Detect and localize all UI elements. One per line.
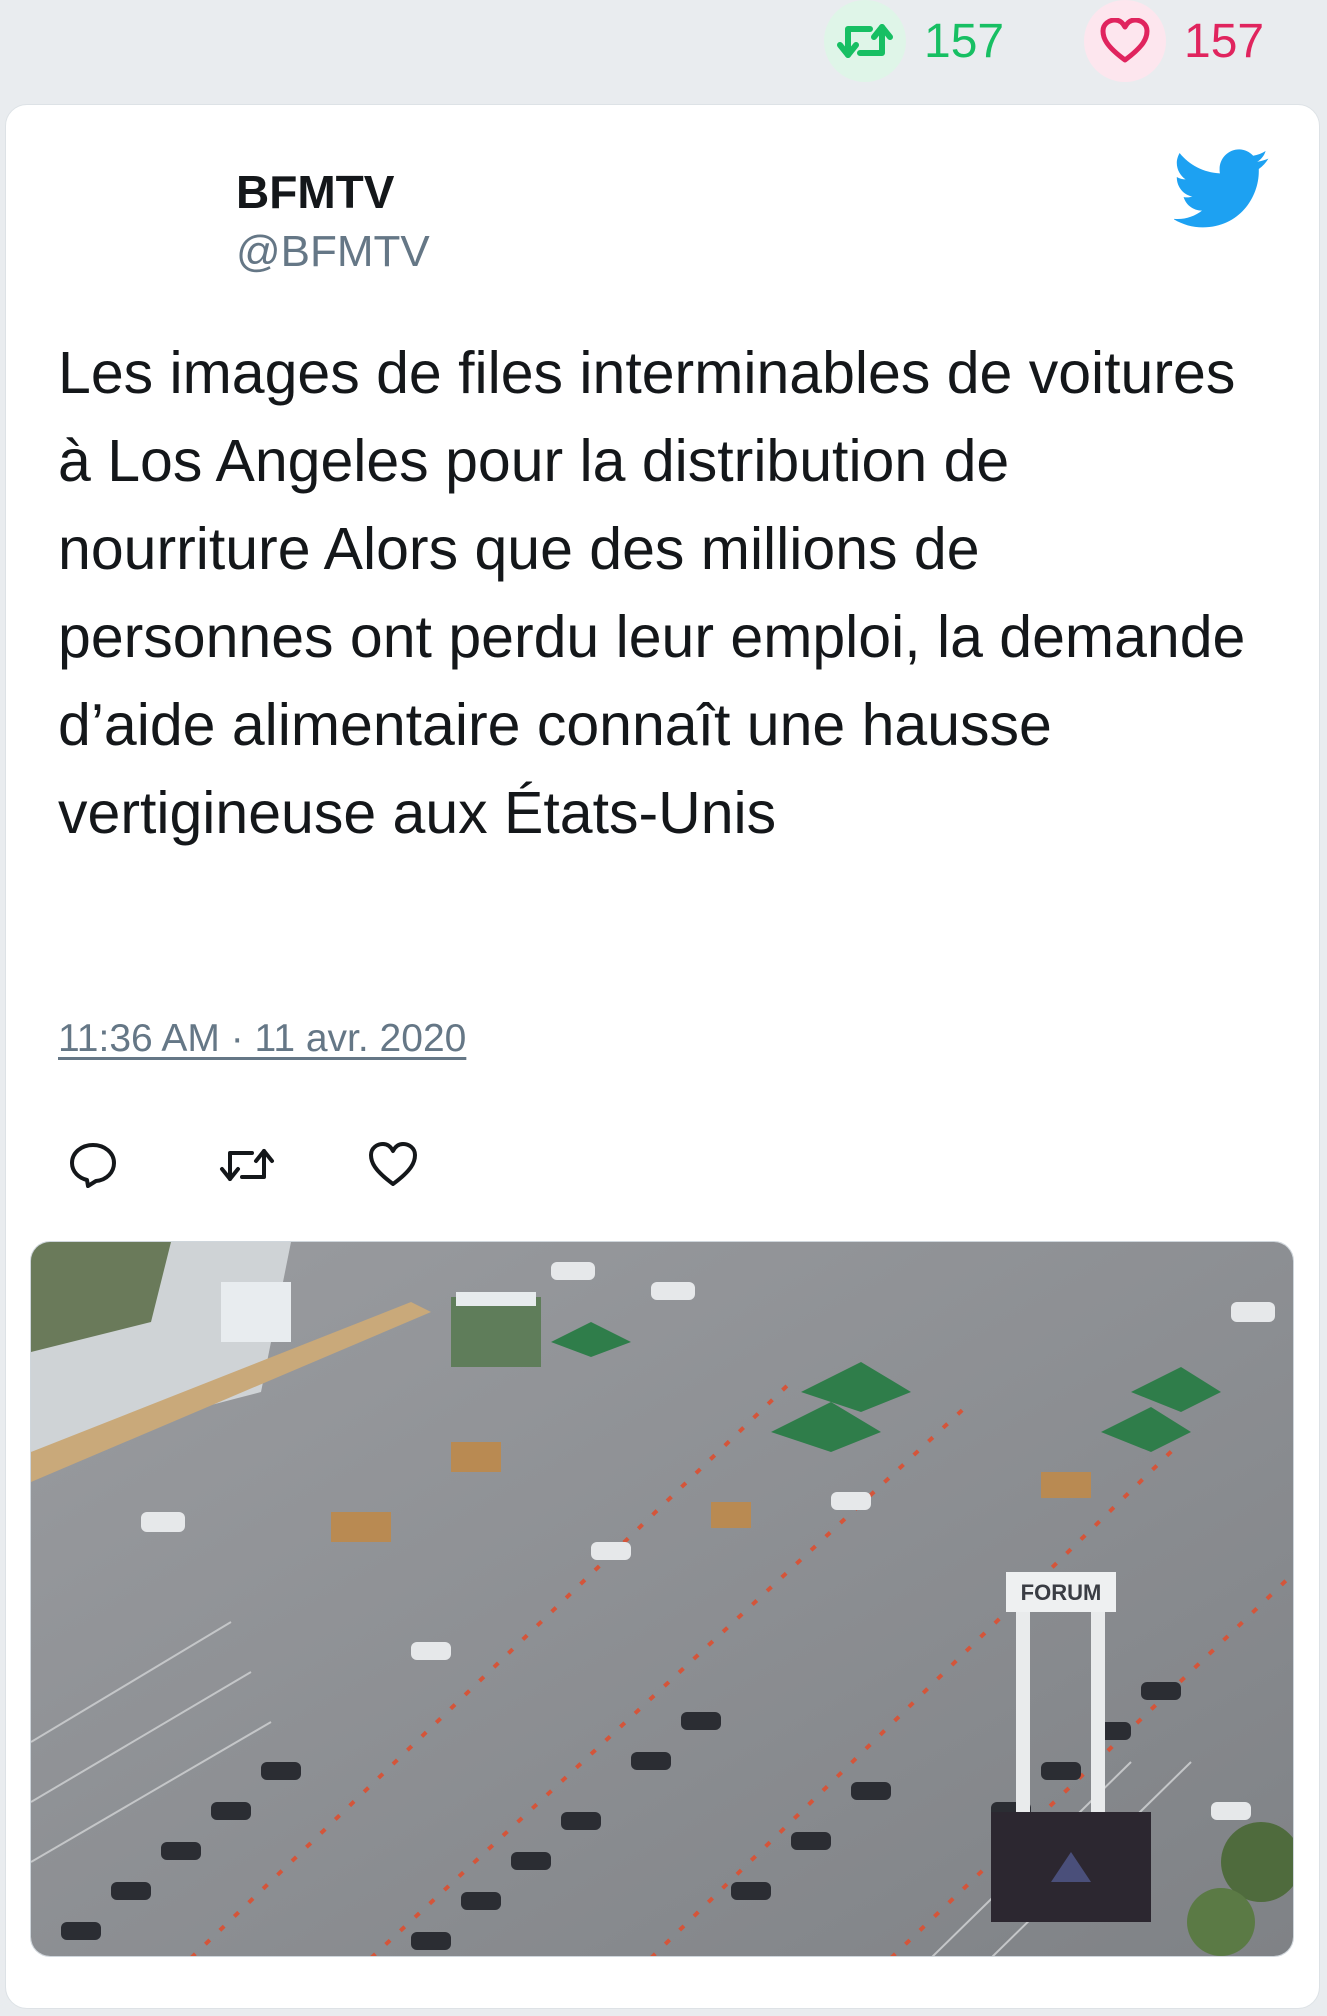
reply-icon bbox=[70, 1143, 116, 1188]
retweet-icon bbox=[220, 1149, 274, 1181]
retweet-icon[interactable] bbox=[824, 0, 906, 82]
like-icon bbox=[369, 1142, 417, 1186]
tweet-actions bbox=[68, 1135, 518, 1195]
engagement-summary-bar: 157 157 bbox=[0, 0, 1327, 100]
author-name[interactable]: BFMTV bbox=[236, 165, 394, 219]
forum-sign: FORUM bbox=[1021, 1580, 1102, 1605]
like-count-stat[interactable]: 157 bbox=[1084, 0, 1264, 82]
like-count: 157 bbox=[1184, 14, 1265, 68]
tweet-card: BFMTV @BFMTV Les images de files intermi… bbox=[5, 104, 1320, 2009]
tweet-media-image[interactable]: FORUM bbox=[30, 1241, 1294, 1957]
like-button[interactable] bbox=[368, 1135, 518, 1195]
tweet-timestamp[interactable]: 11:36 AM · 11 avr. 2020 bbox=[58, 1017, 466, 1061]
reply-button[interactable] bbox=[68, 1135, 218, 1195]
avatar[interactable] bbox=[58, 163, 188, 293]
retweet-count: 157 bbox=[924, 14, 1005, 68]
retweet-button[interactable] bbox=[218, 1135, 368, 1195]
heart-icon[interactable] bbox=[1084, 0, 1166, 82]
retweet-count-stat[interactable]: 157 bbox=[824, 0, 1004, 82]
tweet-text: Les images de files interminables de voi… bbox=[58, 340, 1246, 846]
twitter-bird-icon[interactable] bbox=[1172, 147, 1270, 231]
author-handle[interactable]: @BFMTV bbox=[236, 227, 430, 277]
